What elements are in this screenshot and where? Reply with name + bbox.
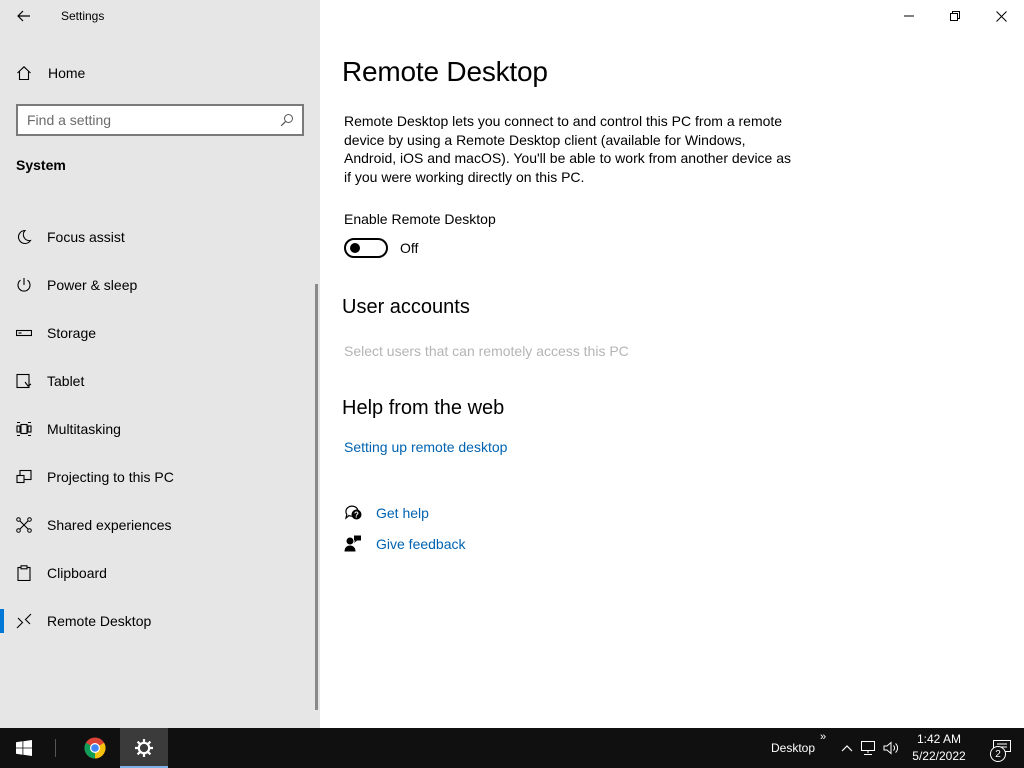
window-controls (886, 0, 1024, 32)
taskbar-clock[interactable]: 1:42 AM 5/22/2022 (904, 731, 974, 765)
give-feedback-row[interactable]: Give feedback (344, 535, 466, 552)
sidebar-nav-list: Focus assist Power & sleep Storage Table… (0, 213, 316, 645)
home-label: Home (48, 65, 86, 81)
sidebar-item-focus-assist[interactable]: Focus assist (0, 213, 316, 261)
restore-button[interactable] (932, 0, 978, 32)
minimize-button[interactable] (886, 0, 932, 32)
back-arrow-icon (17, 10, 30, 22)
moon-icon (17, 229, 32, 245)
windows-logo-icon (16, 740, 32, 756)
sidebar-item-multitasking[interactable]: Multitasking (0, 405, 316, 453)
sidebar-item-label: Remote Desktop (47, 613, 152, 629)
sidebar-item-power-sleep[interactable]: Power & sleep (0, 261, 316, 309)
title-bar: Settings (0, 0, 320, 32)
shared-experiences-icon (16, 517, 32, 533)
sidebar-item-label: Storage (47, 325, 97, 341)
projecting-icon (16, 469, 32, 484)
search-box[interactable] (16, 104, 304, 136)
svg-text:?: ? (354, 511, 359, 520)
sidebar-item-label: Shared experiences (47, 517, 172, 533)
description-text: Remote Desktop lets you connect to and c… (344, 113, 792, 185)
taskbar-settings-button[interactable] (120, 728, 168, 768)
sidebar-item-projecting[interactable]: Projecting to this PC (0, 453, 316, 501)
toggle-label: Enable Remote Desktop (344, 211, 496, 227)
close-button[interactable] (978, 0, 1024, 32)
section-title: System (16, 157, 66, 173)
sidebar-item-label: Focus assist (47, 229, 125, 245)
get-help-row[interactable]: ? Get help (344, 504, 429, 521)
network-button[interactable] (856, 741, 880, 755)
clock-time: 1:42 AM (916, 732, 962, 746)
feedback-icon (344, 535, 361, 552)
multitasking-icon (16, 421, 32, 437)
taskbar-separator (55, 739, 56, 757)
start-button[interactable] (0, 728, 48, 768)
sidebar-item-label: Clipboard (47, 565, 107, 581)
notification-count-badge: 2 (990, 746, 1006, 762)
search-input[interactable] (27, 112, 267, 128)
setting-up-remote-desktop-link[interactable]: Setting up remote desktop (344, 439, 507, 455)
close-icon (995, 10, 1007, 22)
give-feedback-link[interactable]: Give feedback (376, 536, 466, 552)
speaker-icon (883, 741, 898, 755)
desktop-toolbar-label[interactable]: Desktop (771, 741, 815, 755)
app-title: Settings (61, 9, 105, 23)
get-help-link[interactable]: Get help (376, 505, 429, 521)
sidebar-item-label: Power & sleep (47, 277, 138, 293)
sidebar-item-label: Tablet (47, 373, 85, 389)
remote-desktop-icon (16, 613, 32, 629)
clock-date: 5/22/2022 (912, 749, 966, 763)
toolbar-expand-chevron[interactable]: » (820, 731, 826, 743)
clipboard-icon (17, 565, 31, 581)
volume-button[interactable] (880, 741, 902, 755)
home-icon (0, 65, 48, 81)
sidebar-item-home[interactable]: Home (0, 56, 320, 90)
sidebar-scrollbar[interactable] (315, 284, 318, 710)
sidebar-item-remote-desktop[interactable]: Remote Desktop (0, 597, 316, 645)
sidebar-item-label: Projecting to this PC (47, 469, 174, 485)
system-tray (838, 728, 902, 768)
taskbar: Desktop » 1:42 AM 5/22/2022 2 (0, 728, 1024, 768)
taskbar-chrome-button[interactable] (71, 728, 119, 768)
restore-icon (950, 11, 960, 21)
power-icon (17, 278, 31, 292)
page-title: Remote Desktop (342, 56, 548, 87)
back-button[interactable] (0, 0, 48, 32)
sidebar: Settings Home System Focus assist Power … (0, 0, 320, 728)
main-content: Remote Desktop Remote Desktop lets you c… (320, 32, 1024, 728)
storage-icon (16, 329, 32, 337)
user-accounts-heading: User accounts (342, 296, 470, 318)
enable-remote-desktop-toggle[interactable] (344, 238, 388, 258)
sidebar-item-tablet[interactable]: Tablet (0, 357, 316, 405)
help-heading: Help from the web (342, 397, 505, 419)
get-help-icon: ? (345, 505, 362, 520)
chevron-up-icon (841, 745, 853, 752)
enable-remote-desktop-row: Off (344, 238, 418, 258)
network-icon (861, 741, 875, 755)
search-icon (280, 114, 293, 127)
select-users-link: Select users that can remotely access th… (344, 343, 629, 359)
sidebar-item-label: Multitasking (47, 421, 121, 437)
minimize-icon (904, 15, 914, 17)
show-hidden-icons-button[interactable] (838, 744, 856, 752)
toggle-state-text: Off (400, 240, 419, 256)
sidebar-item-clipboard[interactable]: Clipboard (0, 549, 316, 597)
gear-icon (135, 739, 153, 757)
sidebar-item-shared-experiences[interactable]: Shared experiences (0, 501, 316, 549)
tablet-icon (16, 373, 32, 389)
toggle-knob (350, 243, 360, 253)
chrome-icon (84, 737, 106, 759)
sidebar-item-storage[interactable]: Storage (0, 309, 316, 357)
